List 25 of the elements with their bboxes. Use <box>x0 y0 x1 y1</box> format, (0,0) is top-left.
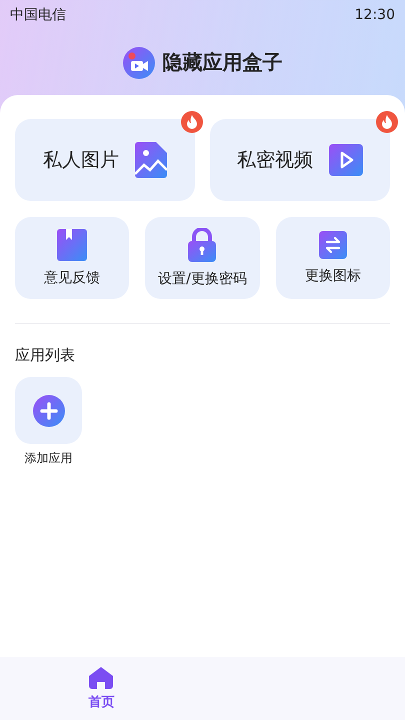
feature-label: 私密视频 <box>237 148 313 173</box>
app-logo-icon <box>122 46 154 78</box>
clock-time: 12:30 <box>354 7 395 23</box>
feature-label: 私人图片 <box>43 148 119 173</box>
image-icon <box>135 142 167 178</box>
swap-icon <box>318 231 347 259</box>
home-icon <box>89 666 114 688</box>
tool-label: 意见反馈 <box>44 269 100 287</box>
feature-card[interactable]: 私人图片 <box>15 119 195 201</box>
carrier-name: 中国电信 <box>10 6 66 24</box>
plus-icon <box>32 394 64 426</box>
bookmark-book-icon <box>57 229 88 261</box>
section-title: 应用列表 <box>15 346 76 365</box>
home-tab[interactable]: 首页 <box>0 657 202 720</box>
lock-icon <box>188 228 216 262</box>
tool-label: 更换图标 <box>304 267 361 285</box>
tool-card[interactable]: 设置/更换密码 <box>145 217 260 299</box>
app-title: 隐藏应用盒子 <box>162 49 282 76</box>
add-app-tile[interactable] <box>15 377 82 444</box>
tool-card[interactable]: 更换图标 <box>276 217 390 299</box>
app-label: 添加应用 <box>24 450 72 467</box>
tool-label: 设置/更换密码 <box>158 270 247 288</box>
tool-card[interactable]: 意见反馈 <box>15 217 130 299</box>
play-icon <box>329 144 363 176</box>
feature-card[interactable]: 私密视频 <box>210 119 390 201</box>
